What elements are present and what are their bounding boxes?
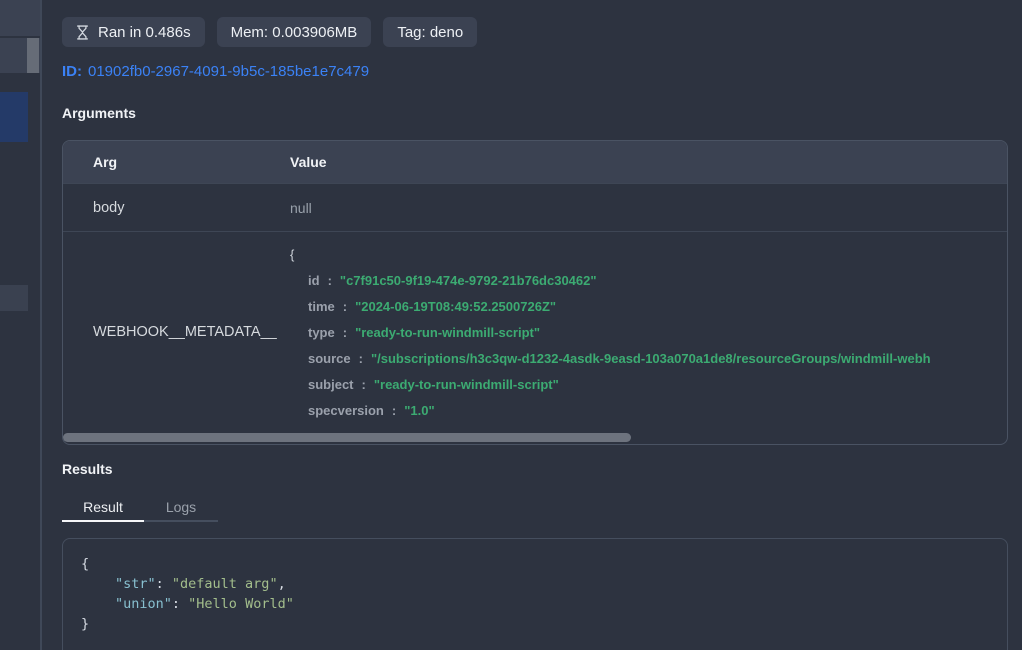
object-entry: type: "ready-to-run-windmill-script" — [290, 320, 1007, 346]
sidebar-item[interactable] — [0, 285, 28, 311]
hourglass-icon — [76, 25, 89, 40]
job-id-value[interactable]: 01902fb0-2967-4091-9b5c-185be1e7c479 — [88, 63, 369, 80]
object-key[interactable]: time — [308, 299, 335, 314]
badge-run-time-label: Ran in 0.486s — [98, 24, 191, 41]
code-line: "union": "Hello World" — [81, 594, 989, 614]
arg-value-body: null — [260, 200, 1007, 216]
object-open-brace: { — [290, 242, 1007, 268]
object-value: "1.0" — [404, 403, 434, 418]
code-string: "default arg" — [172, 576, 278, 592]
code-separator: : — [172, 596, 188, 612]
job-id-line: ID: 01902fb0-2967-4091-9b5c-185be1e7c479 — [62, 63, 369, 80]
results-title: Results — [62, 461, 113, 477]
object-key[interactable]: specversion — [308, 403, 384, 418]
object-entry: id: "c7f91c50-9f19-474e-9792-21b76dc30462… — [290, 268, 1007, 294]
object-value: "/subscriptions/h3c3qw-d1232-4asdk-9easd… — [371, 351, 931, 366]
object-key[interactable]: type — [308, 325, 335, 340]
sidebar — [0, 0, 40, 650]
object-colon: : — [328, 273, 332, 288]
object-key[interactable]: subject — [308, 377, 354, 392]
object-key[interactable]: source — [308, 351, 351, 366]
sidebar-scrollbar-thumb[interactable] — [27, 38, 39, 73]
object-viewer: { id: "c7f91c50-9f19-474e-9792-21b76dc304… — [290, 242, 1007, 424]
job-detail-panel: Ran in 0.486s Mem: 0.003906MB Tag: deno … — [62, 0, 1008, 650]
badge-memory: Mem: 0.003906MB — [217, 17, 372, 47]
badge-tag-label: Tag: deno — [397, 24, 463, 41]
object-value: "ready-to-run-windmill-script" — [374, 377, 559, 392]
object-entry: specversion: "1.0" — [290, 398, 1007, 424]
badge-memory-label: Mem: 0.003906MB — [231, 24, 358, 41]
object-value: "2024-06-19T08:49:52.2500726Z" — [355, 299, 556, 314]
code-key: "str" — [115, 576, 156, 592]
arguments-table: Arg Value body null WEBHOOK__METADATA__ … — [62, 140, 1008, 445]
arguments-title: Arguments — [62, 105, 136, 121]
table-row-webhook-metadata: WEBHOOK__METADATA__ { id: "c7f91c50-9f19-… — [63, 231, 1007, 431]
horizontal-scrollbar-thumb[interactable] — [63, 433, 631, 442]
object-key[interactable]: id — [308, 273, 320, 288]
arguments-table-header: Arg Value — [63, 141, 1007, 183]
job-badges: Ran in 0.486s Mem: 0.003906MB Tag: deno — [62, 17, 477, 47]
object-colon: : — [343, 299, 347, 314]
job-id-label: ID: — [62, 63, 82, 80]
arg-name-webhook-metadata: WEBHOOK__METADATA__ — [93, 324, 277, 340]
object-value: "ready-to-run-windmill-script" — [355, 325, 540, 340]
arg-name-body: body — [63, 200, 260, 216]
object-entry: time: "2024-06-19T08:49:52.2500726Z" — [290, 294, 1007, 320]
object-entry: source: "/subscriptions/h3c3qw-d1232-4asd… — [290, 346, 1007, 372]
results-tabs: Result Logs — [62, 494, 218, 522]
badge-tag: Tag: deno — [383, 17, 477, 47]
code-key: "union" — [115, 596, 172, 612]
sidebar-item[interactable] — [0, 0, 40, 36]
object-entry: subject: "ready-to-run-windmill-script" — [290, 372, 1007, 398]
code-string: "Hello World" — [188, 596, 294, 612]
table-row-body: body null — [63, 183, 1007, 231]
object-colon: : — [359, 351, 363, 366]
code-line: "str": "default arg", — [81, 574, 989, 594]
sidebar-divider — [40, 0, 42, 650]
sidebar-item-active[interactable] — [0, 92, 28, 142]
object-value: "c7f91c50-9f19-474e-9792-21b76dc30462" — [340, 273, 597, 288]
tab-logs[interactable]: Logs — [144, 494, 218, 522]
code-close-brace: } — [81, 614, 989, 634]
object-colon: : — [392, 403, 396, 418]
badge-run-time: Ran in 0.486s — [62, 17, 205, 47]
result-code-block: { "str": "default arg", "union": "Hello … — [62, 538, 1008, 650]
code-comma: , — [278, 576, 286, 592]
code-open-brace: { — [81, 554, 989, 574]
code-separator: : — [156, 576, 172, 592]
object-colon: : — [362, 377, 366, 392]
column-header-arg: Arg — [63, 154, 260, 170]
object-colon: : — [343, 325, 347, 340]
tab-result[interactable]: Result — [62, 494, 144, 522]
column-header-value: Value — [260, 154, 1007, 170]
horizontal-scrollbar[interactable] — [63, 431, 1007, 444]
